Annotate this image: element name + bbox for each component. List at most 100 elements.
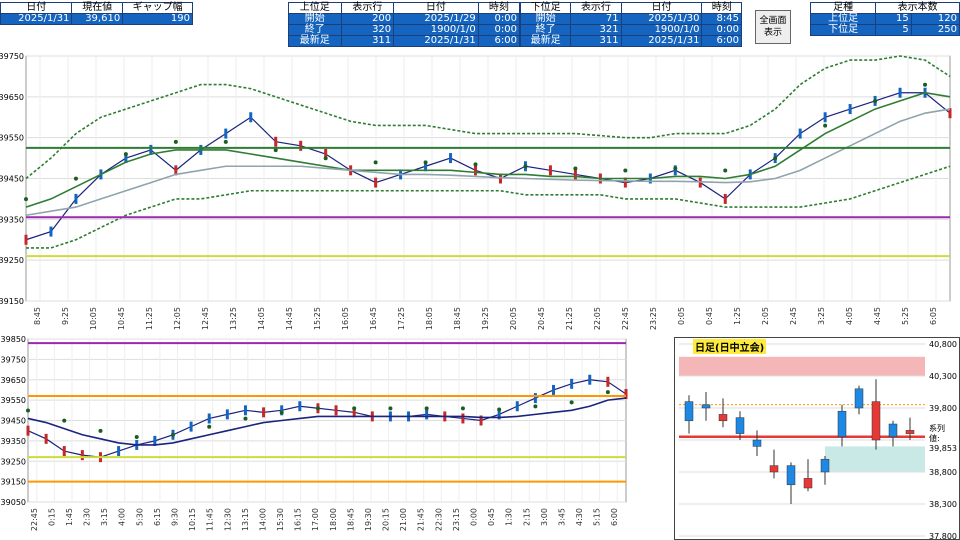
- candle: [207, 413, 211, 424]
- candle: [474, 165, 478, 176]
- value-cell: 8:45: [701, 13, 742, 25]
- signal-dot: [24, 197, 28, 202]
- signal-dot: [605, 390, 610, 395]
- value-cell: 1900/1/0: [620, 24, 703, 36]
- daily-chart-svg: 37,80038,30038,80039,30039,80040,30040,8…: [679, 340, 957, 540]
- signal-dot: [723, 168, 728, 173]
- x-tick-label: 14:45: [285, 307, 294, 330]
- value-cell: 2025/1/31: [0, 13, 73, 25]
- x-tick-label: 10:45: [117, 307, 126, 330]
- signal-dot: [533, 404, 538, 409]
- value-cell: 311: [340, 35, 395, 47]
- x-tick-label: 5:25: [901, 307, 910, 325]
- x-tick-label: 16:05: [341, 307, 350, 330]
- value-cell: 開始: [519, 13, 572, 25]
- y-tick-label: 39450: [1, 417, 26, 426]
- x-tick-label: 12:45: [201, 307, 210, 330]
- value-cell: 321: [570, 24, 622, 36]
- y-tick-label: 39650: [0, 93, 24, 102]
- value-cell: 終了: [519, 24, 572, 36]
- signal-dot: [823, 123, 828, 128]
- fullscreen-button[interactable]: 全画面 表示: [755, 10, 791, 44]
- daily-candle: [854, 388, 864, 409]
- value-cell: 190: [122, 13, 193, 25]
- x-tick-label: 18:00: [329, 508, 338, 531]
- y-tick-label: 39550: [0, 134, 24, 143]
- daily-candle: [684, 401, 694, 422]
- value-cell: 1900/1/0: [393, 24, 479, 36]
- x-tick-label: 2:30: [83, 508, 92, 526]
- candle: [515, 401, 519, 412]
- upper-intraday-chart: 39150 39250 39350 39450 39550 39650 39750 8:45 9…: [0, 52, 952, 330]
- x-tick-label: 2:05: [761, 307, 770, 325]
- candle: [117, 446, 121, 457]
- y-tick-label: 39550: [1, 396, 26, 405]
- candle: [224, 128, 228, 139]
- x-tick-label: 20:15: [382, 508, 391, 531]
- current-price-table: 日付 現在値 ギャップ幅 2025/1/31 39,610 190: [0, 2, 193, 25]
- signal-dot: [424, 406, 429, 411]
- x-tick-label: 6:15: [153, 508, 162, 526]
- daily-candle: [803, 478, 813, 489]
- y-tick-label: 39750: [1, 355, 26, 364]
- candle: [62, 446, 66, 457]
- x-tick-label: 0:15: [47, 508, 56, 526]
- fullscreen-button-label-1: 全画面: [759, 16, 787, 26]
- signal-dot: [773, 156, 778, 161]
- value-cell: 上位足: [809, 13, 877, 25]
- value-cell: 200: [340, 13, 395, 25]
- header-cell: 表示本数: [875, 2, 960, 14]
- x-tick-label: 11:45: [206, 508, 215, 531]
- signal-dot: [323, 156, 328, 161]
- x-tick-label: 10:15: [188, 508, 197, 531]
- signal-dot: [315, 406, 320, 411]
- value-cell: 2025/1/31: [620, 35, 703, 47]
- daily-legend-value: 値: 39,853: [929, 433, 959, 453]
- candle: [425, 409, 429, 420]
- header-cell: 表示行: [340, 2, 395, 14]
- signal-dot: [173, 139, 178, 144]
- header-cell: 時刻: [477, 2, 521, 14]
- daily-candle: [871, 401, 881, 441]
- value-cell: 最新足: [519, 35, 572, 47]
- candle: [798, 128, 802, 139]
- candle: [49, 226, 53, 237]
- x-tick-label: 1:30: [505, 508, 514, 526]
- candle: [848, 104, 852, 115]
- value-cell: 0:00: [477, 24, 521, 36]
- header-cell: 日付: [620, 2, 703, 14]
- value-cell: 下位足: [809, 24, 877, 36]
- y-tick-label: 39350: [1, 437, 26, 446]
- value-cell: 最新足: [288, 35, 342, 47]
- y-tick-label: 39850: [1, 336, 26, 344]
- candle: [374, 177, 378, 188]
- x-tick-label: 4:30: [575, 508, 584, 526]
- candle: [552, 384, 556, 395]
- daily-candle: [718, 414, 728, 422]
- x-tick-label: 0:45: [487, 508, 496, 526]
- daily-candle: [837, 410, 847, 438]
- x-tick-label: 11:25: [145, 307, 154, 330]
- signal-dot: [388, 406, 393, 411]
- header-cell: 現在値: [71, 2, 124, 14]
- x-tick-label: 19:25: [481, 307, 490, 330]
- daily-chart-title: 日足(日中立会): [693, 339, 767, 354]
- header-cell: 上位足: [288, 2, 342, 14]
- candle: [298, 401, 302, 412]
- daily-candle: [769, 465, 779, 473]
- x-tick-label: 17:25: [397, 307, 406, 330]
- candle: [243, 405, 247, 416]
- signal-dot: [243, 416, 248, 421]
- value-cell: 311: [570, 35, 622, 47]
- x-tick-label: 21:45: [417, 508, 426, 531]
- signal-dot: [207, 424, 212, 429]
- header-cell: 下位足: [519, 2, 572, 14]
- x-tick-label: 3:15: [100, 508, 109, 526]
- value-cell: 0:00: [701, 24, 742, 36]
- x-tick-label: 3:45: [557, 508, 566, 526]
- daily-candle: [888, 423, 898, 438]
- inset-y-tick-label: 37,800: [929, 532, 957, 540]
- signal-dot: [873, 99, 878, 104]
- candle: [274, 136, 278, 147]
- signal-dot: [279, 410, 284, 415]
